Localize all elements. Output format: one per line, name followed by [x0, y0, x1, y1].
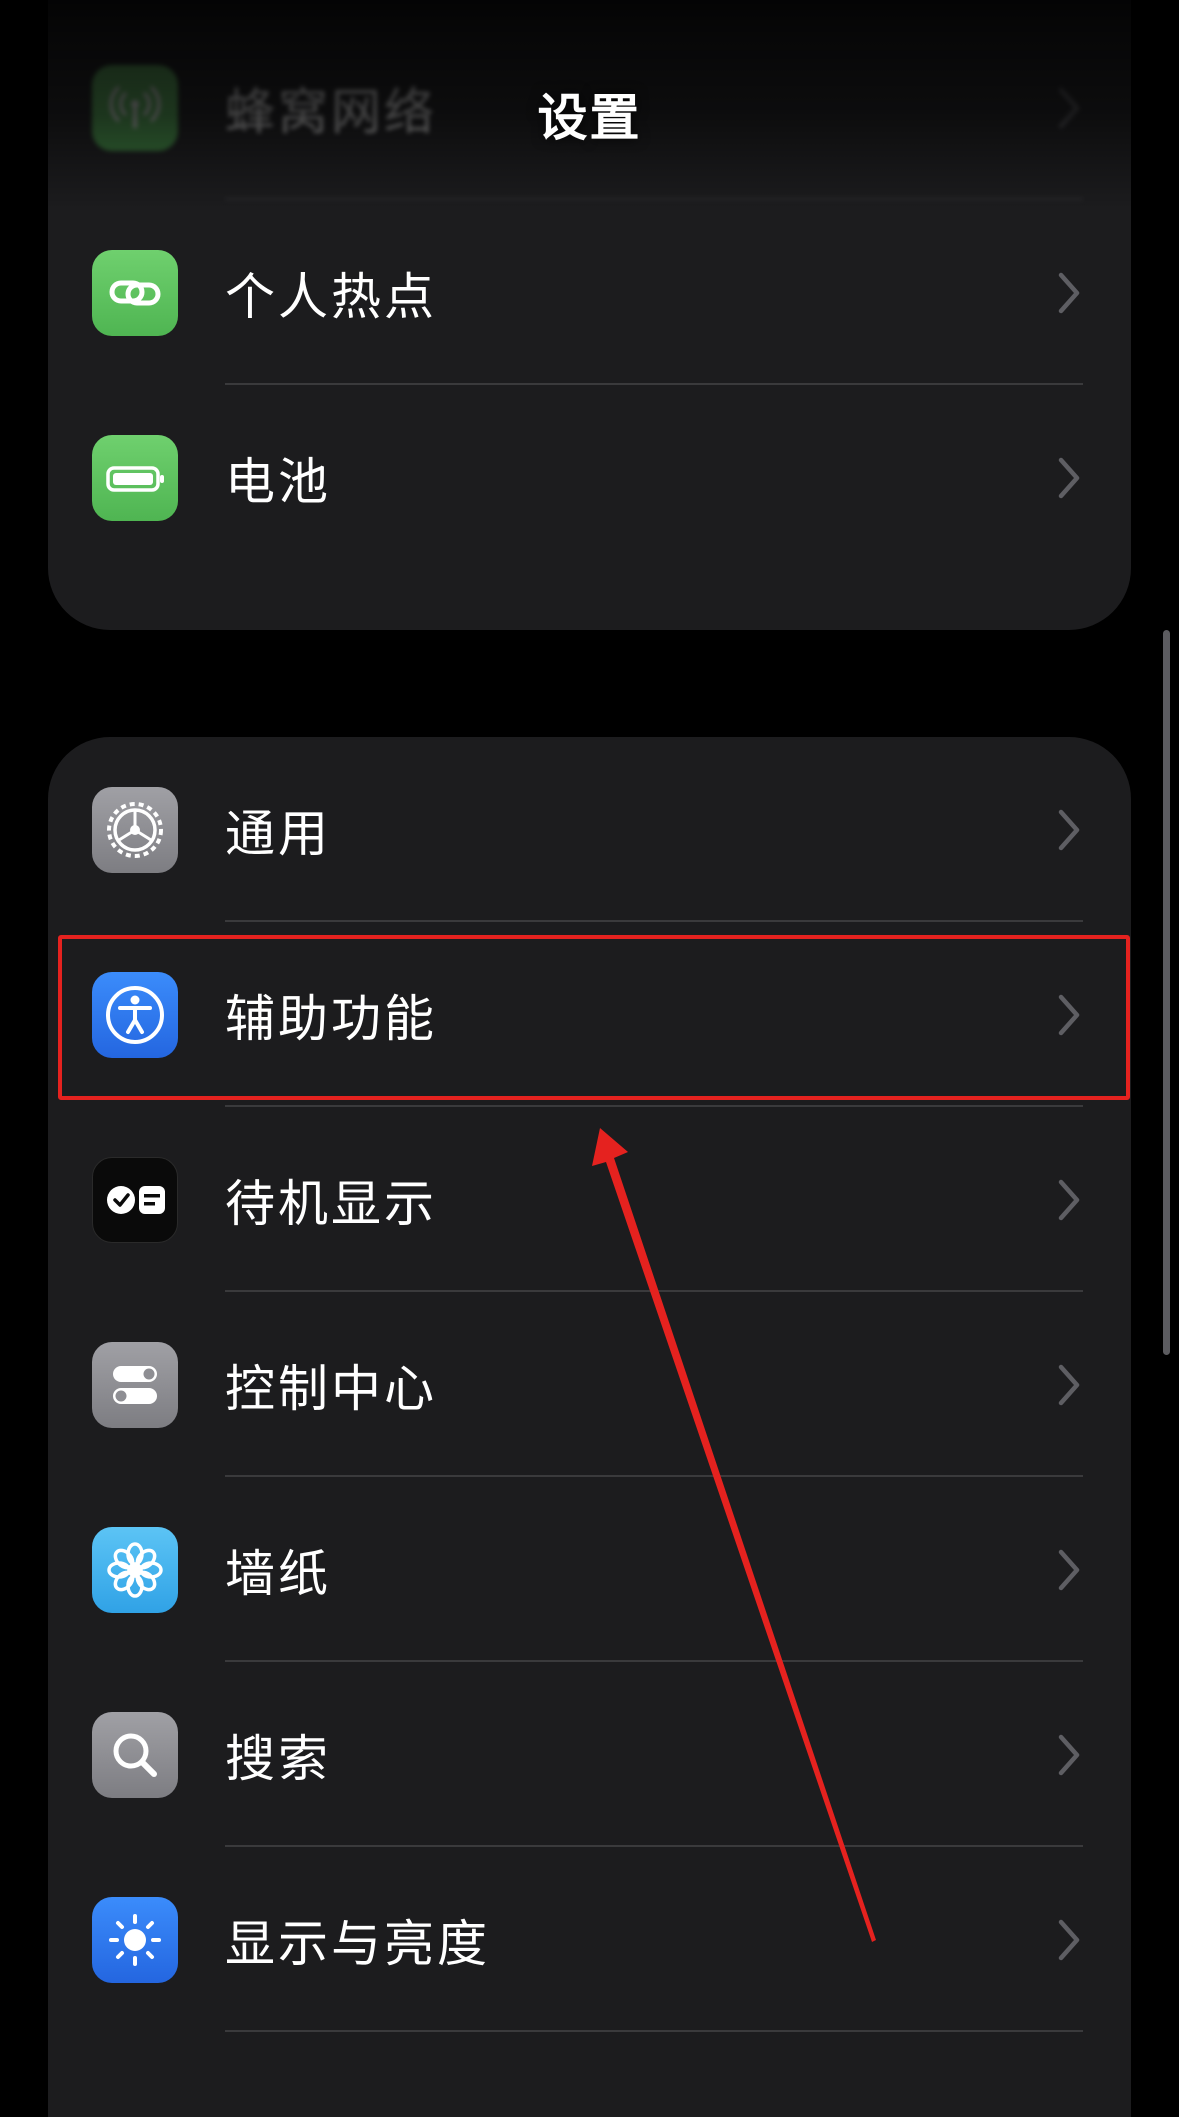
annotation-arrow: [592, 1128, 876, 1942]
scrollbar[interactable]: [1163, 630, 1170, 1355]
